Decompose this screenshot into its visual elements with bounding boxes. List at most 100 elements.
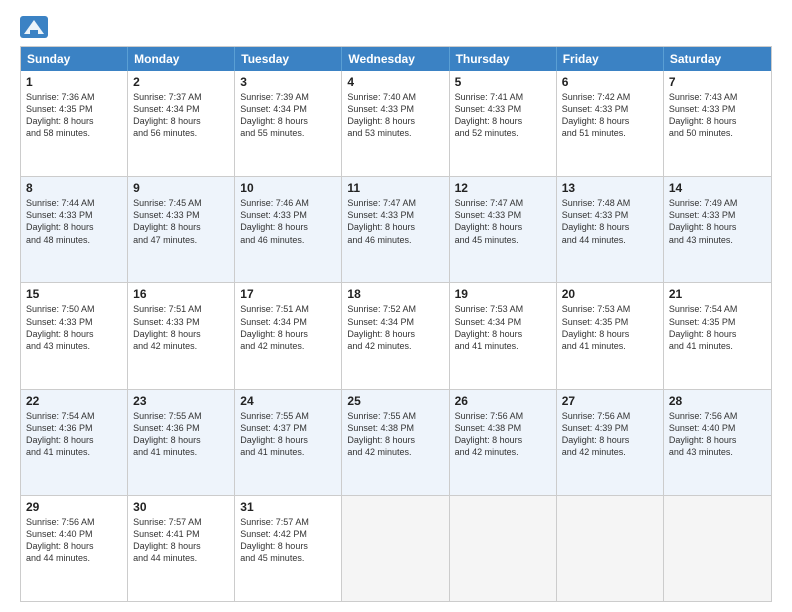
calendar-cell: 16Sunrise: 7:51 AMSunset: 4:33 PMDayligh…	[128, 283, 235, 388]
cell-info-line: Sunrise: 7:56 AM	[455, 410, 551, 422]
cell-info-line: Sunrise: 7:52 AM	[347, 303, 443, 315]
cell-info-line: Sunrise: 7:57 AM	[240, 516, 336, 528]
calendar-cell: 9Sunrise: 7:45 AMSunset: 4:33 PMDaylight…	[128, 177, 235, 282]
calendar-cell: 28Sunrise: 7:56 AMSunset: 4:40 PMDayligh…	[664, 390, 771, 495]
day-number: 28	[669, 394, 766, 408]
cell-info-line: and 56 minutes.	[133, 127, 229, 139]
day-number: 6	[562, 75, 658, 89]
cell-info-line: Daylight: 8 hours	[455, 434, 551, 446]
cell-info-line: Sunset: 4:33 PM	[562, 209, 658, 221]
cell-info-line: Daylight: 8 hours	[562, 221, 658, 233]
cell-info-line: Sunrise: 7:49 AM	[669, 197, 766, 209]
cell-info-line: Daylight: 8 hours	[455, 328, 551, 340]
day-number: 12	[455, 181, 551, 195]
cell-info-line: and 42 minutes.	[133, 340, 229, 352]
cell-info-line: Daylight: 8 hours	[347, 115, 443, 127]
cell-info-line: Sunrise: 7:53 AM	[455, 303, 551, 315]
cell-info-line: and 51 minutes.	[562, 127, 658, 139]
cell-info-line: and 58 minutes.	[26, 127, 122, 139]
calendar-cell: 25Sunrise: 7:55 AMSunset: 4:38 PMDayligh…	[342, 390, 449, 495]
cell-info-line: Sunrise: 7:45 AM	[133, 197, 229, 209]
calendar-header: Sunday Monday Tuesday Wednesday Thursday…	[21, 47, 771, 71]
cell-info-line: Daylight: 8 hours	[669, 221, 766, 233]
cell-info-line: Sunrise: 7:56 AM	[26, 516, 122, 528]
day-number: 1	[26, 75, 122, 89]
cell-info-line: Sunset: 4:34 PM	[240, 103, 336, 115]
cell-info-line: Sunset: 4:40 PM	[26, 528, 122, 540]
calendar-cell: 31Sunrise: 7:57 AMSunset: 4:42 PMDayligh…	[235, 496, 342, 601]
cell-info-line: Daylight: 8 hours	[562, 434, 658, 446]
cell-info-line: and 41 minutes.	[669, 340, 766, 352]
cell-info-line: Sunrise: 7:46 AM	[240, 197, 336, 209]
cell-info-line: Sunset: 4:34 PM	[133, 103, 229, 115]
day-number: 7	[669, 75, 766, 89]
day-number: 21	[669, 287, 766, 301]
cell-info-line: Sunrise: 7:44 AM	[26, 197, 122, 209]
cell-info-line: and 46 minutes.	[347, 234, 443, 246]
calendar-cell: 15Sunrise: 7:50 AMSunset: 4:33 PMDayligh…	[21, 283, 128, 388]
calendar-cell: 2Sunrise: 7:37 AMSunset: 4:34 PMDaylight…	[128, 71, 235, 176]
cell-info-line: Sunset: 4:33 PM	[669, 103, 766, 115]
day-number: 16	[133, 287, 229, 301]
cell-info-line: Sunset: 4:35 PM	[562, 316, 658, 328]
calendar-cell: 4Sunrise: 7:40 AMSunset: 4:33 PMDaylight…	[342, 71, 449, 176]
cell-info-line: Sunrise: 7:47 AM	[347, 197, 443, 209]
cell-info-line: and 42 minutes.	[347, 446, 443, 458]
cell-info-line: Daylight: 8 hours	[669, 115, 766, 127]
cell-info-line: Sunrise: 7:51 AM	[240, 303, 336, 315]
cell-info-line: Sunrise: 7:36 AM	[26, 91, 122, 103]
cell-info-line: and 47 minutes.	[133, 234, 229, 246]
cell-info-line: and 41 minutes.	[26, 446, 122, 458]
cell-info-line: Sunset: 4:37 PM	[240, 422, 336, 434]
cell-info-line: Sunset: 4:39 PM	[562, 422, 658, 434]
cell-info-line: Daylight: 8 hours	[240, 221, 336, 233]
calendar-cell: 22Sunrise: 7:54 AMSunset: 4:36 PMDayligh…	[21, 390, 128, 495]
cell-info-line: Sunset: 4:34 PM	[347, 316, 443, 328]
calendar-cell: 3Sunrise: 7:39 AMSunset: 4:34 PMDaylight…	[235, 71, 342, 176]
cell-info-line: and 44 minutes.	[562, 234, 658, 246]
cell-info-line: Sunset: 4:36 PM	[26, 422, 122, 434]
day-number: 31	[240, 500, 336, 514]
day-number: 19	[455, 287, 551, 301]
cell-info-line: Sunset: 4:33 PM	[240, 209, 336, 221]
cell-info-line: and 43 minutes.	[669, 234, 766, 246]
day-number: 24	[240, 394, 336, 408]
cell-info-line: Daylight: 8 hours	[240, 540, 336, 552]
calendar-cell: 18Sunrise: 7:52 AMSunset: 4:34 PMDayligh…	[342, 283, 449, 388]
cell-info-line: Sunrise: 7:56 AM	[669, 410, 766, 422]
calendar-body: 1 Sunrise: 7:36 AM Sunset: 4:35 PM Daylight…	[21, 71, 771, 601]
cell-info-line: Sunset: 4:33 PM	[455, 209, 551, 221]
cell-info-line: Sunset: 4:33 PM	[347, 103, 443, 115]
cell-info-line: Sunset: 4:34 PM	[455, 316, 551, 328]
header	[20, 16, 772, 38]
calendar-cell: 7Sunrise: 7:43 AMSunset: 4:33 PMDaylight…	[664, 71, 771, 176]
cell-info-line: and 45 minutes.	[240, 552, 336, 564]
day-number: 25	[347, 394, 443, 408]
cell-info-line: Sunset: 4:41 PM	[133, 528, 229, 540]
cell-info-line: Sunset: 4:33 PM	[455, 103, 551, 115]
cell-info-line: Daylight: 8 hours	[133, 328, 229, 340]
calendar-cell: 14 Sunrise: 7:49 AMSunset: 4:33 PMDayligh…	[664, 177, 771, 282]
cell-info-line: Sunrise: 7:55 AM	[347, 410, 443, 422]
cell-info-line: and 48 minutes.	[26, 234, 122, 246]
cell-info-line: Daylight: 8 hours	[347, 221, 443, 233]
cell-info-line: Sunset: 4:33 PM	[669, 209, 766, 221]
day-number: 23	[133, 394, 229, 408]
cell-info-line: and 53 minutes.	[347, 127, 443, 139]
cell-info-line: Daylight: 8 hours	[133, 221, 229, 233]
cell-info-line: and 44 minutes.	[133, 552, 229, 564]
cell-info-line: and 41 minutes.	[562, 340, 658, 352]
header-saturday: Saturday	[664, 47, 771, 71]
cell-info-line: Daylight: 8 hours	[133, 540, 229, 552]
calendar-row: 29 Sunrise: 7:56 AMSunset: 4:40 PM Dayligh…	[21, 495, 771, 601]
cell-info-line: Sunset: 4:34 PM	[240, 316, 336, 328]
cell-info-line: and 42 minutes.	[347, 340, 443, 352]
cell-info-line: and 52 minutes.	[455, 127, 551, 139]
calendar-row: 15Sunrise: 7:50 AMSunset: 4:33 PMDayligh…	[21, 282, 771, 388]
cell-info-line: and 41 minutes.	[455, 340, 551, 352]
day-number: 14	[669, 181, 766, 195]
day-number: 11	[347, 181, 443, 195]
cell-info-line: Daylight: 8 hours	[240, 328, 336, 340]
day-number: 29	[26, 500, 122, 514]
cell-info-line: Daylight: 8 hours	[347, 328, 443, 340]
